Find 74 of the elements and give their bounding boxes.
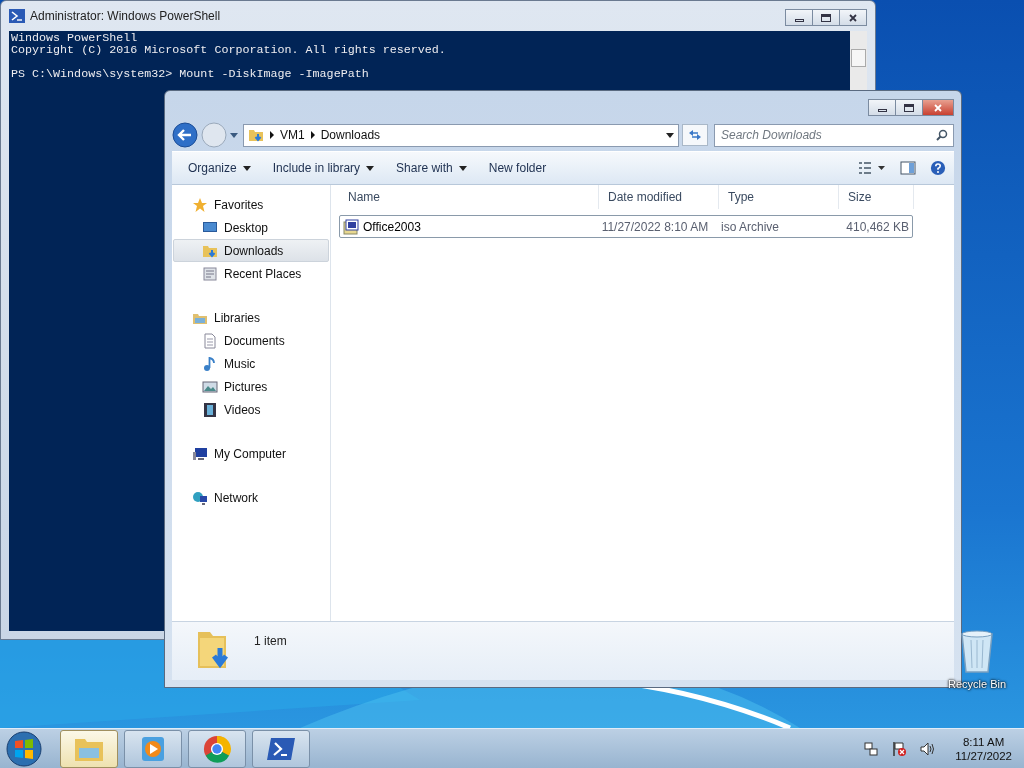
breadcrumb-item[interactable]: Downloads — [320, 128, 381, 142]
close-button[interactable] — [839, 9, 867, 26]
maximize-button[interactable] — [812, 9, 840, 26]
console-line: Copyright (C) 2016 Microsoft Corporation. All rights reserved. — [11, 44, 447, 56]
folder-icon — [248, 127, 264, 143]
breadcrumb-item[interactable]: VM1 — [280, 128, 305, 142]
history-dropdown-icon[interactable] — [230, 132, 238, 138]
star-icon — [192, 196, 208, 213]
music-icon — [202, 355, 218, 372]
nav-item[interactable]: Network — [173, 486, 329, 509]
address-bar[interactable]: VM1 Downloads — [243, 123, 679, 147]
item-count: 1 item — [254, 634, 287, 648]
nav-item[interactable]: Libraries — [173, 306, 329, 329]
nav-item[interactable]: Pictures — [173, 375, 329, 398]
column-header[interactable]: Name — [339, 185, 599, 209]
search-field[interactable]: Search Downloads — [714, 123, 954, 147]
window-title: Administrator: Windows PowerShell — [30, 9, 221, 23]
computer-icon — [192, 445, 208, 462]
nav-item[interactable]: Recent Places — [173, 262, 329, 285]
network-icon[interactable] — [863, 740, 880, 757]
nav-item[interactable]: My Computer — [173, 442, 329, 465]
preview-pane-icon[interactable] — [900, 160, 916, 176]
toolbar-button[interactable]: Organize — [180, 158, 259, 178]
clock-date[interactable]: 11/27/2022 — [955, 749, 1012, 762]
back-button[interactable] — [172, 122, 198, 148]
minimize-button[interactable] — [785, 9, 813, 26]
taskbar-button[interactable] — [188, 729, 246, 768]
console-line: PS C:\Windows\system32> Mount -DiskImage -ImagePath — [11, 66, 370, 80]
type-cell-text: iso Archive — [720, 219, 781, 234]
nav-item[interactable]: Documents — [173, 329, 329, 352]
start-button[interactable] — [4, 728, 44, 768]
disc-image-icon — [343, 218, 359, 235]
taskbar-button[interactable] — [124, 729, 182, 768]
console-line: Windows PowerShell — [11, 32, 139, 44]
document-icon — [202, 332, 218, 349]
nav-item[interactable]: Downloads — [173, 239, 329, 262]
nav-item[interactable]: Videos — [173, 398, 329, 421]
file-row[interactable]: Office2003 11/27/2022 8:10 AM iso Archive 410,462 KB — [339, 215, 913, 238]
view-options-icon[interactable] — [858, 160, 886, 176]
help-icon[interactable] — [930, 160, 946, 176]
minimize-button[interactable] — [868, 99, 896, 116]
dropdown-icon[interactable] — [666, 132, 674, 138]
round-app-icon — [202, 734, 232, 763]
column-header[interactable]: Date modified — [599, 185, 719, 209]
recycle-bin-icon[interactable] — [959, 630, 995, 674]
breadcrumb-arrow-icon[interactable] — [270, 131, 274, 139]
network-icon — [192, 489, 208, 506]
shell-icon — [9, 8, 25, 24]
volume-icon[interactable] — [919, 740, 936, 757]
date-cell-text: 11/27/2022 8:10 AM — [600, 219, 710, 234]
taskbar-button[interactable] — [252, 729, 310, 768]
videos-icon — [202, 401, 218, 418]
close-button[interactable] — [922, 99, 954, 116]
toolbar-button[interactable]: Include in library — [264, 158, 383, 178]
column-header[interactable]: Size — [839, 185, 914, 209]
file-name: Office2003 — [363, 219, 421, 234]
toolbar-button[interactable]: Share with — [388, 158, 475, 178]
nav-item[interactable]: Desktop — [173, 216, 329, 239]
maximize-button[interactable] — [895, 99, 923, 116]
search-icon[interactable] — [936, 128, 948, 141]
breadcrumb-arrow-icon[interactable] — [310, 131, 315, 139]
close-icon — [933, 102, 943, 113]
nav-item[interactable]: Music — [173, 352, 329, 375]
size-cell-text: 410,462 KB — [845, 219, 910, 234]
nav-item[interactable]: Favorites — [173, 193, 329, 216]
taskbar-button[interactable] — [60, 729, 118, 768]
toolbar-button[interactable]: New folder — [480, 158, 555, 178]
flag-icon[interactable] — [891, 740, 908, 757]
close-icon — [848, 12, 858, 23]
column-header[interactable]: Type — [719, 185, 839, 209]
refresh-button[interactable] — [682, 124, 708, 146]
recent-icon — [202, 265, 218, 282]
clock-time[interactable]: 8:11 AM — [962, 735, 1005, 748]
pictures-icon — [202, 378, 218, 395]
